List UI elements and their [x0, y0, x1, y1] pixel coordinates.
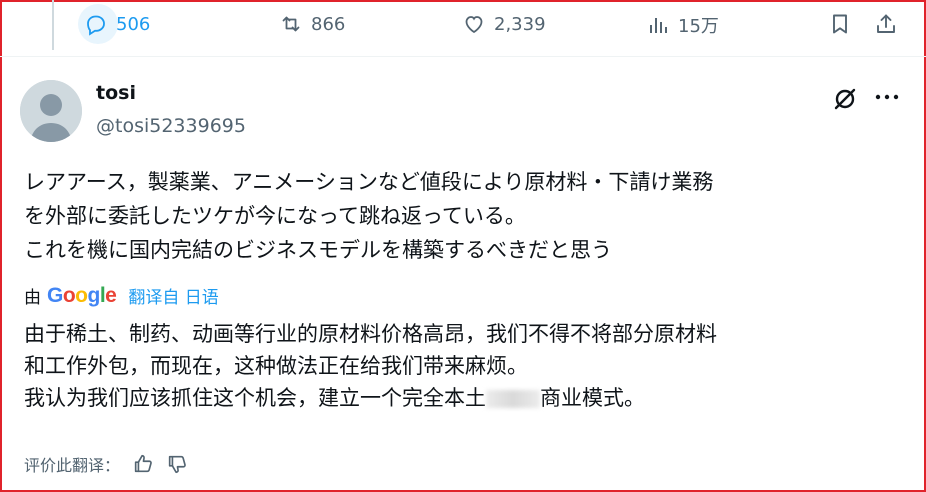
views-icon [650, 18, 667, 33]
share-button[interactable] [874, 12, 898, 36]
share-icon [877, 14, 895, 33]
default-avatar-icon [20, 80, 82, 142]
reply-count: 506 [116, 13, 151, 35]
translated-from-link[interactable]: 翻译自 日语 [128, 283, 218, 308]
translation-line: 和工作外包，而现在，这种做法正在给我们带来麻烦。 [24, 354, 528, 378]
post-text: レアアース，製薬業、アニメーションなど値段により原材料・下請け業務 を外部に委託… [24, 165, 904, 267]
reply-icon [87, 15, 105, 36]
translated-text: 由于稀土、制药、动画等行业的原材料价格高昂，我们不得不将部分原材料 和工作外包，… [24, 318, 904, 414]
views-button[interactable]: 15万 [646, 12, 719, 38]
views-count: 15万 [678, 16, 719, 37]
translation-line: 由于稀土、制药、动画等行业的原材料价格高昂，我们不得不将部分原材料 [24, 322, 717, 346]
google-logo: Google [47, 283, 117, 307]
reply-button[interactable]: 506 [78, 4, 151, 44]
rate-label: 评价此翻译： [24, 456, 121, 475]
thumbs-up-icon[interactable] [132, 453, 154, 475]
thumbs-down-icon[interactable] [166, 453, 188, 475]
author-handle[interactable]: @tosi52339695 [96, 115, 246, 137]
thread-line [52, 0, 54, 50]
post-line: を外部に委託したツケが今になって跳ね返っている。 [24, 204, 526, 228]
grok-icon[interactable] [832, 86, 858, 112]
translation-line-part: 商业模式。 [540, 386, 645, 410]
bookmark-button[interactable] [828, 12, 852, 36]
like-button[interactable]: 2,339 [462, 12, 546, 36]
author-name[interactable]: tosi [96, 82, 136, 104]
translation-line-part: 我认为我们应该抓住这个机会，建立一个完全本土 [24, 386, 486, 410]
translation-source: 由 Google 翻译自 日语 [24, 283, 219, 309]
retweet-count: 866 [311, 13, 346, 35]
bookmark-icon [833, 14, 847, 34]
avatar[interactable] [20, 80, 82, 142]
post-line: これを機に国内完結のビジネスモデルを構築するべきだと思う [24, 238, 612, 262]
translation-line: 我认为我们应该抓住这个机会，建立一个完全本土 商业模式。 [24, 382, 904, 414]
translation-prefix: 由 [24, 288, 41, 308]
rate-translation: 评价此翻译： [24, 452, 188, 476]
post-line: レアアース，製薬業、アニメーションなど値段により原材料・下請け業務 [24, 170, 714, 194]
action-bar: 506 866 2,339 15万 [0, 0, 926, 57]
more-options-icon[interactable] [872, 90, 902, 104]
like-count: 2,339 [494, 13, 546, 35]
blurred-redaction [486, 390, 540, 408]
heart-icon [465, 16, 483, 34]
retweet-icon [282, 16, 300, 32]
retweet-button[interactable]: 866 [279, 12, 345, 36]
